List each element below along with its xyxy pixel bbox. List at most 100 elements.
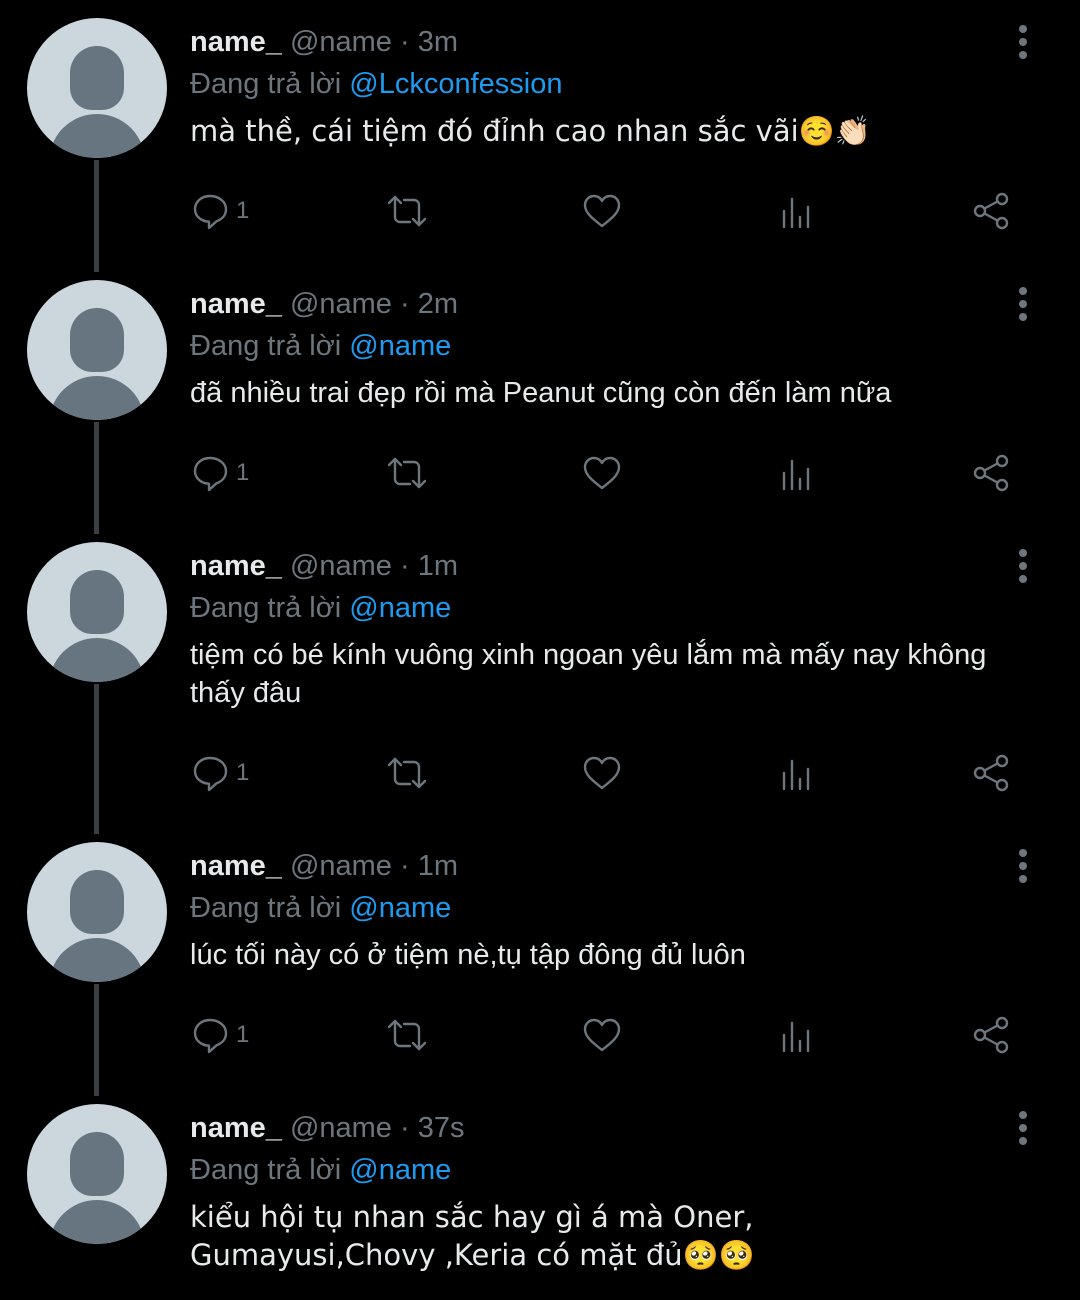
tweet[interactable]: name_ @name · 1m Đang trả lời @name tiệm… [0,524,1080,824]
share-icon [973,754,1009,792]
reply-mention[interactable]: @name [349,592,451,624]
reply-prefix: Đang trả lời [190,330,342,362]
avatar-head-shape [70,1132,124,1196]
reply-icon [193,194,228,230]
views-button[interactable] [775,448,819,498]
display-name[interactable]: name_ [190,288,282,320]
avatar-body-shape [49,376,145,420]
reply-button[interactable]: 1 [188,748,249,798]
handle[interactable]: @name [290,1112,392,1144]
views-button[interactable] [775,186,819,236]
avatar[interactable] [27,1104,167,1244]
like-button[interactable] [580,1010,624,1060]
timestamp[interactable]: 2m [418,288,458,320]
more-vertical-icon[interactable] [1008,1106,1038,1150]
more-vertical-icon[interactable] [1008,844,1038,888]
reply-count: 1 [236,1021,250,1048]
analytics-icon [782,197,810,229]
display-name[interactable]: name_ [190,550,282,582]
reply-mention[interactable]: @Lckconfession [349,68,562,100]
analytics-icon [782,459,810,491]
separator: · [400,288,410,320]
action-bar: 1 [0,748,1080,798]
handle[interactable]: @name [290,288,392,320]
tweet-text: kiểu hội tụ nhan sắc hay gì á mà Oner, G… [190,1200,755,1272]
tweet-text: đã nhiều trai đẹp rồi mà Peanut cũng còn… [190,377,892,409]
display-name[interactable]: name_ [190,1112,282,1144]
more-vertical-icon[interactable] [1008,544,1038,588]
avatar[interactable] [27,18,167,158]
avatar-body-shape [49,114,145,158]
tweet-header: name_ @name · 37s [190,1112,465,1144]
avatar-body-shape [49,1200,145,1244]
reply-count: 1 [236,459,250,486]
retweet-button[interactable] [385,748,429,798]
reply-button[interactable]: 1 [188,186,249,236]
reply-mention[interactable]: @name [349,1154,451,1186]
reply-prefix: Đang trả lời [190,892,342,924]
display-name[interactable]: name_ [190,850,282,882]
retweet-icon [387,195,427,227]
like-button[interactable] [580,748,624,798]
retweet-button[interactable] [385,186,429,236]
avatar-body-shape [49,938,145,982]
share-button[interactable] [970,448,1014,498]
analytics-icon [782,1021,810,1053]
tweet-header: name_ @name · 3m [190,26,458,58]
tweet-text: tiệm có bé kính vuông xinh ngoan yêu lắm… [190,639,987,709]
tweet[interactable]: name_ @name · 3m Đang trả lời @Lckconfes… [0,0,1080,262]
retweet-button[interactable] [385,1010,429,1060]
more-vertical-icon[interactable] [1008,20,1038,64]
reply-mention[interactable]: @name [349,892,451,924]
share-button[interactable] [970,1010,1014,1060]
reply-button[interactable]: 1 [188,1010,249,1060]
replying-to: Đang trả lời @name [190,592,451,624]
more-vertical-icon[interactable] [1008,282,1038,326]
timestamp[interactable]: 1m [418,550,458,582]
avatar[interactable] [27,842,167,982]
reply-button[interactable]: 1 [188,448,249,498]
tweet[interactable]: name_ @name · 37s Đang trả lời @name kiể… [0,1086,1080,1300]
tweet-header: name_ @name · 2m [190,288,458,320]
share-icon [973,1016,1009,1054]
views-button[interactable] [775,748,819,798]
handle[interactable]: @name [290,26,392,58]
handle[interactable]: @name [290,550,392,582]
reply-mention[interactable]: @name [349,330,451,362]
retweet-icon [387,457,427,489]
avatar[interactable] [27,542,167,682]
heart-icon [583,756,621,790]
retweet-button[interactable] [385,448,429,498]
reply-icon [193,756,228,792]
replying-to: Đang trả lời @name [190,892,451,924]
handle[interactable]: @name [290,850,392,882]
replying-to: Đang trả lời @Lckconfession [190,68,562,100]
reply-count: 1 [236,759,250,786]
display-name[interactable]: name_ [190,26,282,58]
share-icon [973,454,1009,492]
avatar-head-shape [70,870,124,934]
views-button[interactable] [775,1010,819,1060]
avatar-head-shape [70,46,124,110]
timestamp[interactable]: 1m [418,850,458,882]
timestamp[interactable]: 37s [418,1112,465,1144]
separator: · [400,550,410,582]
action-bar: 1 [0,186,1080,236]
timestamp[interactable]: 3m [418,26,458,58]
reply-prefix: Đang trả lời [190,1154,342,1186]
share-icon [973,192,1009,230]
reply-prefix: Đang trả lời [190,68,342,100]
tweet-text: mà thề, cái tiệm đó đỉnh cao nhan sắc vã… [190,114,871,148]
avatar[interactable] [27,280,167,420]
share-button[interactable] [970,748,1014,798]
reply-count: 1 [236,197,250,224]
retweet-icon [387,757,427,789]
tweet[interactable]: name_ @name · 1m Đang trả lời @name lúc … [0,824,1080,1086]
like-button[interactable] [580,186,624,236]
like-button[interactable] [580,448,624,498]
retweet-icon [387,1019,427,1051]
tweet[interactable]: name_ @name · 2m Đang trả lời @name đã n… [0,262,1080,524]
tweet-header: name_ @name · 1m [190,550,458,582]
share-button[interactable] [970,186,1014,236]
tweet-text: lúc tối này có ở tiệm nè,tụ tập đông đủ … [190,939,746,971]
